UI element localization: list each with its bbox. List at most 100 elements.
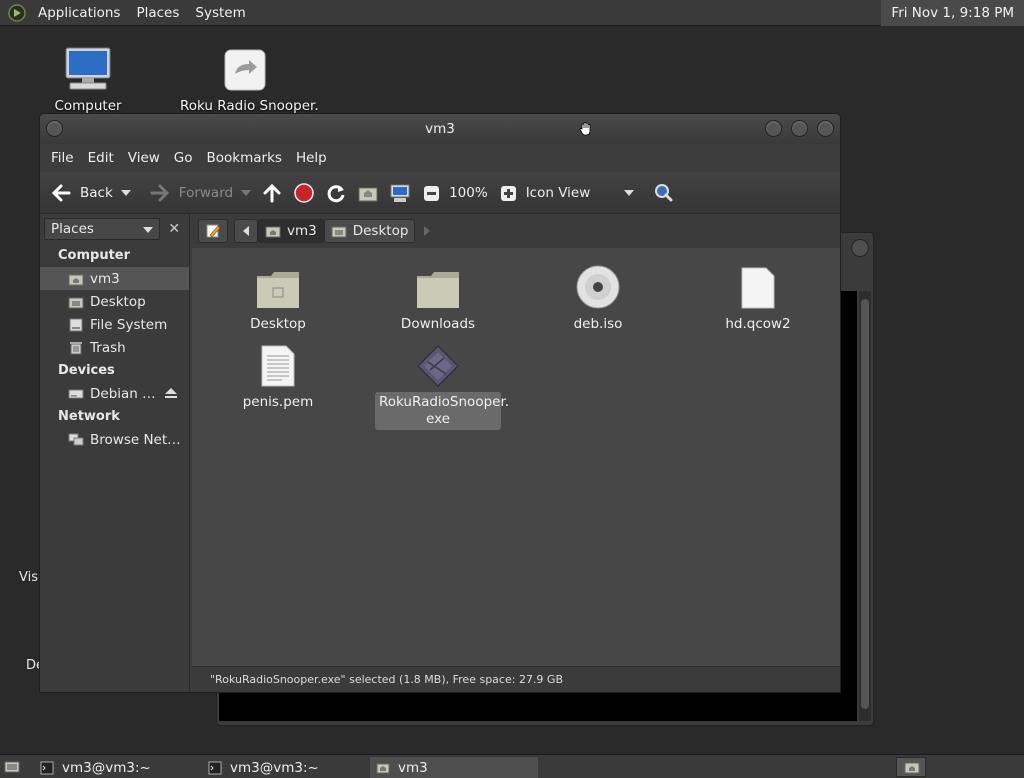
sidebar-item-desktop[interactable]: Desktop — [40, 290, 189, 313]
window-title: vm3 — [425, 121, 455, 137]
file-item-deb-iso[interactable]: deb.iso — [535, 260, 661, 333]
workspace-switcher[interactable] — [896, 757, 926, 777]
menu-view[interactable]: View — [121, 150, 167, 166]
menubar: File Edit View Go Bookmarks Help — [40, 144, 840, 172]
taskbar-item-terminal-2[interactable]: vm3@vm3:~ — [202, 757, 368, 778]
gnome-foot-icon[interactable] — [8, 3, 26, 22]
path-scroll-left[interactable] — [234, 219, 258, 243]
file-item-desktop[interactable]: Desktop — [215, 260, 341, 333]
status-bar: "RokuRadioSnooper.exe" selected (1.8 MB)… — [192, 666, 840, 692]
scrollbar[interactable] — [859, 291, 871, 721]
maximize-button[interactable] — [791, 120, 808, 137]
back-label: Back — [80, 184, 113, 201]
zoom-out-button[interactable] — [421, 182, 443, 204]
desktop-folder-icon — [331, 226, 347, 238]
forward-history-dropdown[interactable] — [241, 189, 252, 196]
taskbar-label: vm3@vm3:~ — [230, 759, 319, 776]
stop-icon — [294, 182, 314, 203]
computer-icon — [65, 47, 111, 90]
file-manager-window: vm3 File Edit View Go Bookmarks Help Bac… — [39, 113, 841, 693]
zoom-level[interactable]: 100% — [449, 185, 488, 201]
taskbar-item-vm3[interactable]: vm3 — [370, 757, 538, 778]
computer-button[interactable] — [389, 182, 411, 204]
file-item-downloads[interactable]: Downloads — [375, 260, 501, 333]
system-menu[interactable]: System — [187, 5, 253, 21]
sidebar-item-label: vm3 — [90, 270, 120, 287]
taskbar-item-terminal-1[interactable]: vm3@vm3:~ — [34, 757, 200, 778]
hand-cursor-icon — [579, 122, 591, 136]
drive-icon — [69, 318, 83, 331]
minimize-button[interactable] — [765, 120, 782, 137]
sidebar-heading-computer: Computer — [58, 248, 131, 263]
desktop-icon-roku-radio-snooper[interactable]: Roku Radio Snooper. — [180, 48, 319, 114]
sidebar-item-label: Debian … — [90, 385, 156, 402]
stop-button[interactable] — [293, 182, 315, 204]
menu-bookmarks[interactable]: Bookmarks — [200, 150, 289, 166]
file-item-hd-qcow2[interactable]: hd.qcow2 — [695, 260, 821, 333]
toolbar: Back Forward 100% Icon View — [40, 172, 840, 214]
sidebar-item-label: Desktop — [90, 293, 146, 310]
reload-icon — [327, 184, 345, 202]
close-sidebar-button[interactable]: ✕ — [164, 218, 186, 240]
forward-button[interactable]: Forward — [149, 182, 252, 204]
show-desktop-icon[interactable] — [4, 759, 20, 775]
places-combo-label: Places — [51, 221, 94, 237]
up-button[interactable] — [261, 182, 283, 204]
zoom-in-button[interactable] — [498, 182, 520, 204]
path-segment-label: vm3 — [287, 223, 317, 239]
sidebar-item-browse-network[interactable]: Browse Net… — [40, 428, 189, 451]
menu-go[interactable]: Go — [167, 150, 200, 166]
sidebar-header: Places ✕ — [40, 214, 189, 244]
desktop-folder-icon — [257, 272, 299, 308]
close-button[interactable] — [817, 120, 834, 137]
clock[interactable]: Fri Nov 1, 9:18 PM — [881, 0, 1024, 26]
desktop-icon-computer[interactable]: Computer — [52, 46, 124, 114]
chevron-down-icon — [142, 227, 153, 233]
sidebar-item-vm3[interactable]: vm3 — [40, 267, 189, 290]
menu-file[interactable]: File — [44, 150, 81, 166]
places-combo[interactable]: Places — [44, 218, 160, 240]
desktop-icon-label: Roku Radio Snooper. — [180, 98, 319, 114]
sidebar-item-trash[interactable]: Trash — [40, 336, 189, 359]
view-mode-select[interactable]: Icon View — [526, 185, 635, 201]
taskbar-label: vm3 — [398, 759, 428, 776]
sidebar-item-debian[interactable]: Debian … — [40, 382, 189, 405]
close-icon: ✕ — [168, 221, 181, 237]
search-button[interactable] — [652, 182, 674, 204]
applications-menu[interactable]: Applications — [30, 5, 128, 21]
up-arrow-icon — [263, 183, 281, 202]
network-icon — [68, 433, 84, 445]
sidebar-item-label: File System — [90, 316, 168, 333]
text-file-icon — [261, 345, 295, 387]
bottom-panel: vm3@vm3:~ vm3@vm3:~ vm3 — [0, 754, 1024, 778]
reload-button[interactable] — [325, 182, 347, 204]
home-button[interactable] — [357, 182, 379, 204]
location-toggle-button[interactable] — [198, 219, 228, 243]
terminal-icon — [40, 761, 54, 774]
folder-icon — [417, 272, 459, 308]
back-history-dropdown[interactable] — [120, 189, 131, 196]
sidebar: Places ✕ Computer vm3 Desktop File Syste… — [40, 214, 190, 692]
chevron-right-icon — [424, 226, 431, 236]
eject-icon[interactable] — [165, 388, 177, 398]
path-segment-vm3[interactable]: vm3 — [258, 219, 324, 243]
zoom-in-icon — [500, 185, 516, 201]
terminal-icon — [208, 761, 222, 774]
sidebar-item-file-system[interactable]: File System — [40, 313, 189, 336]
menu-edit[interactable]: Edit — [81, 150, 121, 166]
places-menu[interactable]: Places — [128, 5, 187, 21]
zoom-out-icon — [424, 185, 440, 201]
window-button[interactable] — [851, 239, 869, 257]
path-scroll-right[interactable] — [421, 219, 433, 243]
path-segment-desktop[interactable]: Desktop — [323, 219, 416, 243]
titlebar[interactable]: vm3 — [40, 114, 840, 144]
back-button[interactable]: Back — [50, 182, 131, 204]
file-item-rokuradiosnooper-exe[interactable]: RokuRadioSnooper. exe — [375, 338, 509, 430]
menu-help[interactable]: Help — [289, 150, 334, 166]
sidebar-item-label: Browse Net… — [90, 431, 181, 448]
file-item-penis-pem[interactable]: penis.pem — [215, 338, 341, 411]
trash-icon — [70, 341, 82, 354]
file-view[interactable]: Desktop Downloads deb.iso hd.qcow2 penis… — [192, 248, 840, 666]
file-name: hd.qcow2 — [725, 316, 791, 332]
desktop-icon-label: Computer — [54, 98, 122, 114]
